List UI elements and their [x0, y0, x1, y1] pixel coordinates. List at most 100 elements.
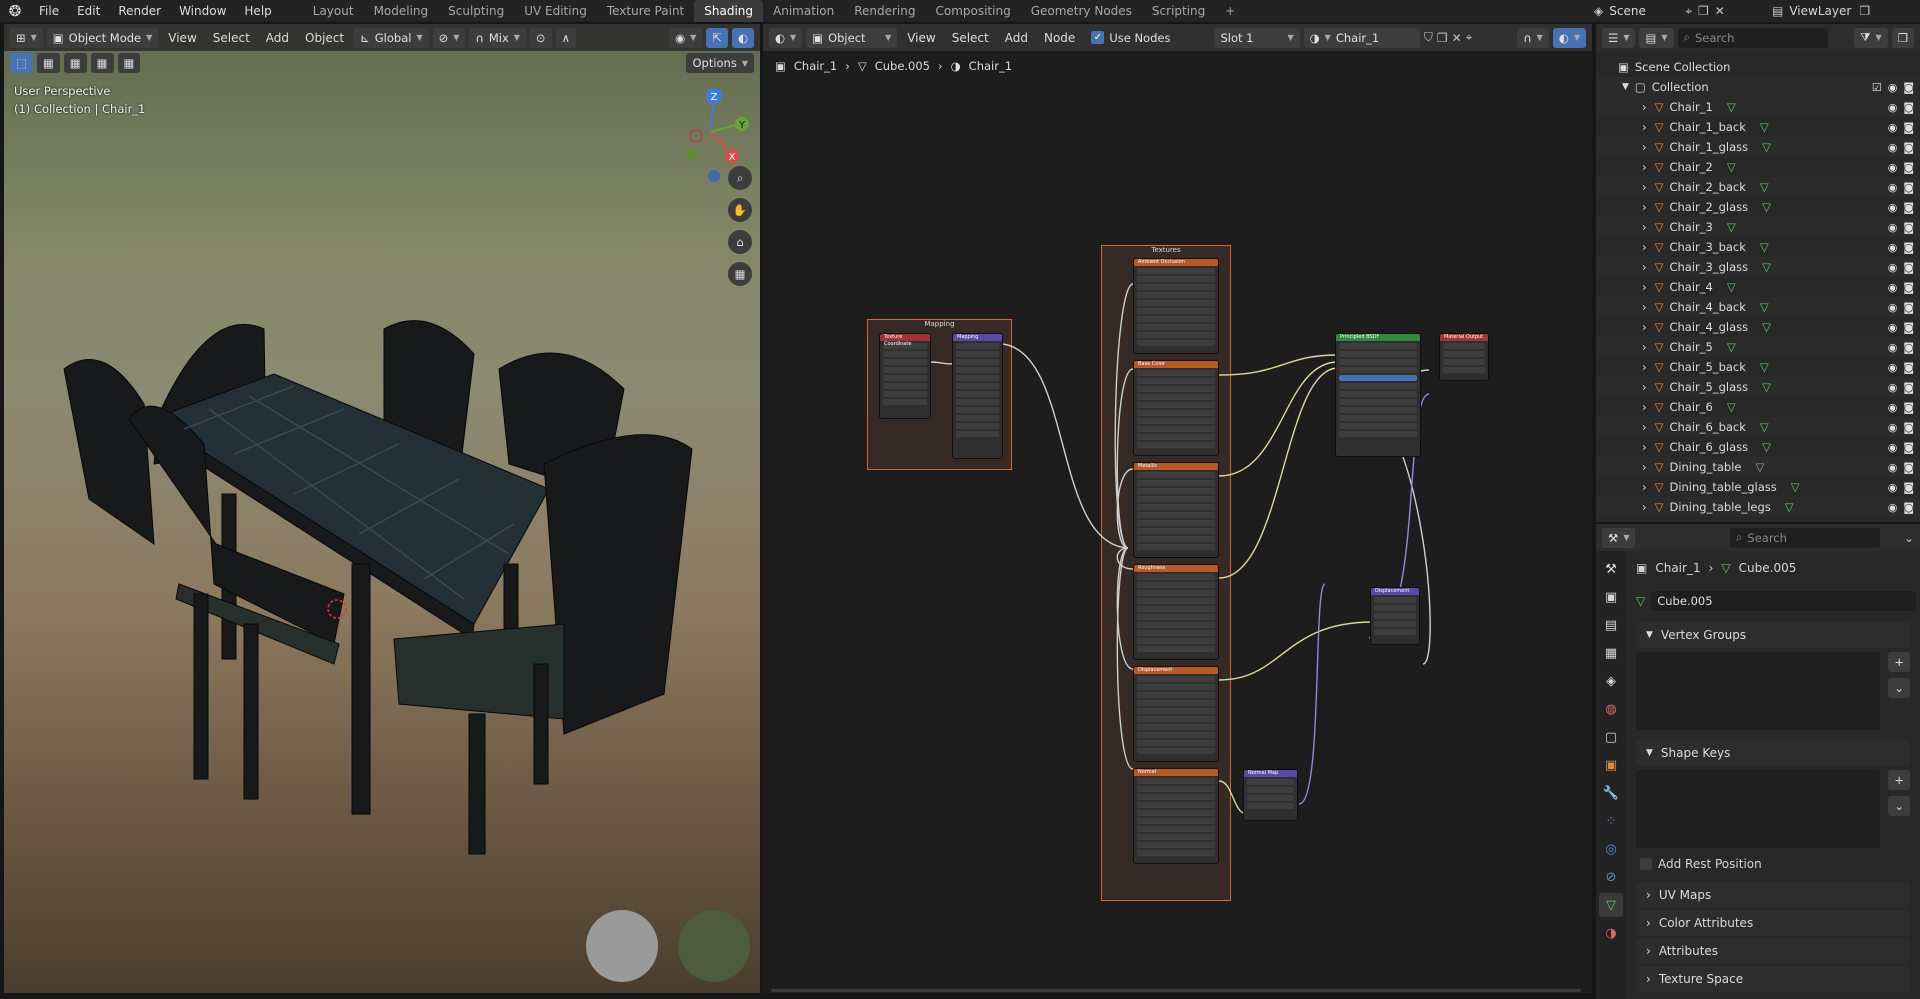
- principled-bsdf-node[interactable]: Principled BSDF: [1335, 333, 1421, 457]
- mesh-data-icon[interactable]: ▽: [1785, 500, 1794, 514]
- add-rest-position-checkbox[interactable]: [1640, 858, 1652, 870]
- tab-animation[interactable]: Animation: [763, 0, 844, 22]
- outliner-item[interactable]: › ▽ Chair_2_glass ▽ ◉ ◙: [1596, 197, 1920, 217]
- editor-type-button[interactable]: ⚒ ▼: [1602, 527, 1636, 548]
- texture-node-base-color[interactable]: Base Color: [1133, 360, 1219, 456]
- mesh-name-field[interactable]: Cube.005: [1651, 591, 1916, 611]
- chevron-right-icon[interactable]: ›: [1642, 240, 1647, 254]
- shape-keys-panel-header[interactable]: ▼ Shape Keys: [1636, 740, 1910, 766]
- camera-icon[interactable]: ◙: [1903, 461, 1914, 474]
- add-shape-key-button[interactable]: +: [1888, 770, 1910, 790]
- camera-icon[interactable]: ◙: [1903, 241, 1914, 254]
- eye-icon[interactable]: ◉: [1888, 461, 1898, 474]
- mesh-data-icon[interactable]: ▽: [1727, 400, 1736, 414]
- collection-row[interactable]: ▼ ▢ Collection ☑ ◉ ◙: [1596, 77, 1920, 97]
- add-rest-position-row[interactable]: Add Rest Position: [1630, 852, 1916, 876]
- eye-icon[interactable]: ◉: [1888, 241, 1898, 254]
- menu-file[interactable]: File: [30, 0, 68, 22]
- normal-map-node[interactable]: Normal Map: [1243, 769, 1298, 821]
- chevron-right-icon[interactable]: ›: [1642, 160, 1647, 174]
- menu-window[interactable]: Window: [170, 0, 235, 22]
- outliner-item[interactable]: › ▽ Chair_2 ▽ ◉ ◙: [1596, 157, 1920, 177]
- tab-geometry-nodes[interactable]: Geometry Nodes: [1021, 0, 1142, 22]
- mesh-data-icon[interactable]: ▽: [1760, 180, 1769, 194]
- outliner-item[interactable]: › ▽ Chair_5_glass ▽ ◉ ◙: [1596, 377, 1920, 397]
- mesh-data-icon[interactable]: ▽: [1760, 240, 1769, 254]
- output-tab-icon[interactable]: ▤: [1599, 613, 1623, 637]
- constraints-tab-icon[interactable]: ⊘: [1599, 865, 1623, 889]
- eye-icon[interactable]: ◉: [1888, 101, 1898, 114]
- texture-space-panel-header[interactable]: › Texture Space: [1636, 966, 1910, 992]
- outliner-item[interactable]: › ▽ Chair_1_glass ▽ ◉ ◙: [1596, 137, 1920, 157]
- mesh-data-icon[interactable]: ▽: [1762, 440, 1771, 454]
- mesh-data-icon[interactable]: ▽: [1762, 260, 1771, 274]
- editor-type-button[interactable]: ☰ ▼: [1602, 27, 1636, 48]
- texture-coordinate-node[interactable]: Texture Coordinate: [879, 333, 931, 419]
- camera-icon[interactable]: ◙: [1903, 141, 1914, 154]
- shader-node-editor[interactable]: ◐ ▼ ▣ Object ▼ View Select Add Node ✓ Use No…: [763, 24, 1592, 993]
- eye-icon[interactable]: ◉: [1888, 501, 1898, 514]
- add-workspace-button[interactable]: +: [1215, 0, 1245, 22]
- mesh-data-icon[interactable]: ▽: [1791, 480, 1800, 494]
- camera-icon[interactable]: ◙: [1903, 481, 1914, 494]
- camera-icon[interactable]: ◙: [1903, 121, 1914, 134]
- camera-icon[interactable]: ◙: [1903, 421, 1914, 434]
- chevron-right-icon[interactable]: ›: [1642, 360, 1647, 374]
- outliner-item[interactable]: › ▽ Dining_table_glass ▽ ◉ ◙: [1596, 477, 1920, 497]
- eye-icon[interactable]: ◉: [1888, 361, 1898, 374]
- menu-render[interactable]: Render: [109, 0, 170, 22]
- matcap-sphere-icon[interactable]: [586, 910, 658, 982]
- camera-icon[interactable]: ◙: [1903, 281, 1914, 294]
- mesh-data-icon[interactable]: ▽: [1760, 300, 1769, 314]
- menu-help[interactable]: Help: [235, 0, 280, 22]
- eye-icon[interactable]: ◉: [1888, 161, 1898, 174]
- new-view-layer-icon[interactable]: ❐: [1859, 4, 1870, 18]
- eye-icon[interactable]: ◉: [1888, 301, 1898, 314]
- chevron-right-icon[interactable]: ›: [1642, 120, 1647, 134]
- chevron-right-icon[interactable]: ›: [1642, 260, 1647, 274]
- mesh-data-icon[interactable]: ▽: [1727, 280, 1736, 294]
- vertex-groups-list[interactable]: [1636, 652, 1881, 730]
- chevron-right-icon[interactable]: ›: [1642, 440, 1647, 454]
- chevron-right-icon[interactable]: ›: [1642, 320, 1647, 334]
- tab-sculpting[interactable]: Sculpting: [438, 0, 514, 22]
- chevron-right-icon[interactable]: ›: [1642, 100, 1647, 114]
- eye-icon[interactable]: ◉: [1888, 481, 1898, 494]
- checkbox-checked-icon[interactable]: ☑: [1872, 81, 1882, 94]
- chevron-right-icon[interactable]: ›: [1642, 420, 1647, 434]
- chevron-right-icon[interactable]: ›: [1642, 380, 1647, 394]
- outliner-item[interactable]: › ▽ Chair_5_back ▽ ◉ ◙: [1596, 357, 1920, 377]
- eye-icon[interactable]: ◉: [1888, 261, 1898, 274]
- horizontal-scrollbar[interactable]: [771, 989, 1581, 992]
- eye-icon[interactable]: ◉: [1888, 201, 1898, 214]
- tab-modeling[interactable]: Modeling: [364, 0, 439, 22]
- data-tab-icon[interactable]: ▽: [1599, 893, 1623, 917]
- chevron-right-icon[interactable]: ›: [1642, 300, 1647, 314]
- camera-icon[interactable]: ◙: [1903, 321, 1914, 334]
- chevron-right-icon[interactable]: ›: [1642, 280, 1647, 294]
- physics-tab-icon[interactable]: ◎: [1599, 837, 1623, 861]
- eye-icon[interactable]: ◉: [1888, 441, 1898, 454]
- chevron-down-icon[interactable]: ⌄: [1904, 531, 1914, 545]
- outliner-item[interactable]: › ▽ Chair_6_glass ▽ ◉ ◙: [1596, 437, 1920, 457]
- chevron-right-icon[interactable]: ›: [1642, 340, 1647, 354]
- mesh-data-icon[interactable]: ▽: [1762, 380, 1771, 394]
- tab-shading[interactable]: Shading: [694, 0, 763, 22]
- tab-rendering[interactable]: Rendering: [844, 0, 925, 22]
- blender-logo-icon[interactable]: ❂: [0, 2, 30, 20]
- eye-icon[interactable]: ◉: [1888, 281, 1898, 294]
- camera-icon[interactable]: ◙: [1903, 221, 1914, 234]
- camera-icon[interactable]: ◙: [1903, 81, 1914, 94]
- mesh-data-icon[interactable]: ▽: [1760, 120, 1769, 134]
- camera-icon[interactable]: ◙: [1903, 441, 1914, 454]
- eye-icon[interactable]: ◉: [1888, 181, 1898, 194]
- outliner-item[interactable]: › ▽ Dining_table_legs ▽ ◉ ◙: [1596, 497, 1920, 517]
- camera-icon[interactable]: ◙: [1903, 181, 1914, 194]
- shape-keys-list[interactable]: [1636, 770, 1881, 848]
- uv-maps-panel-header[interactable]: › UV Maps: [1636, 882, 1910, 908]
- chevron-right-icon[interactable]: ›: [1642, 460, 1647, 474]
- chevron-right-icon[interactable]: ›: [1642, 140, 1647, 154]
- vertex-groups-panel-header[interactable]: ▼ Vertex Groups: [1636, 622, 1910, 648]
- material-output-node[interactable]: Material Output: [1439, 333, 1489, 381]
- delete-scene-icon[interactable]: ✕: [1715, 4, 1725, 18]
